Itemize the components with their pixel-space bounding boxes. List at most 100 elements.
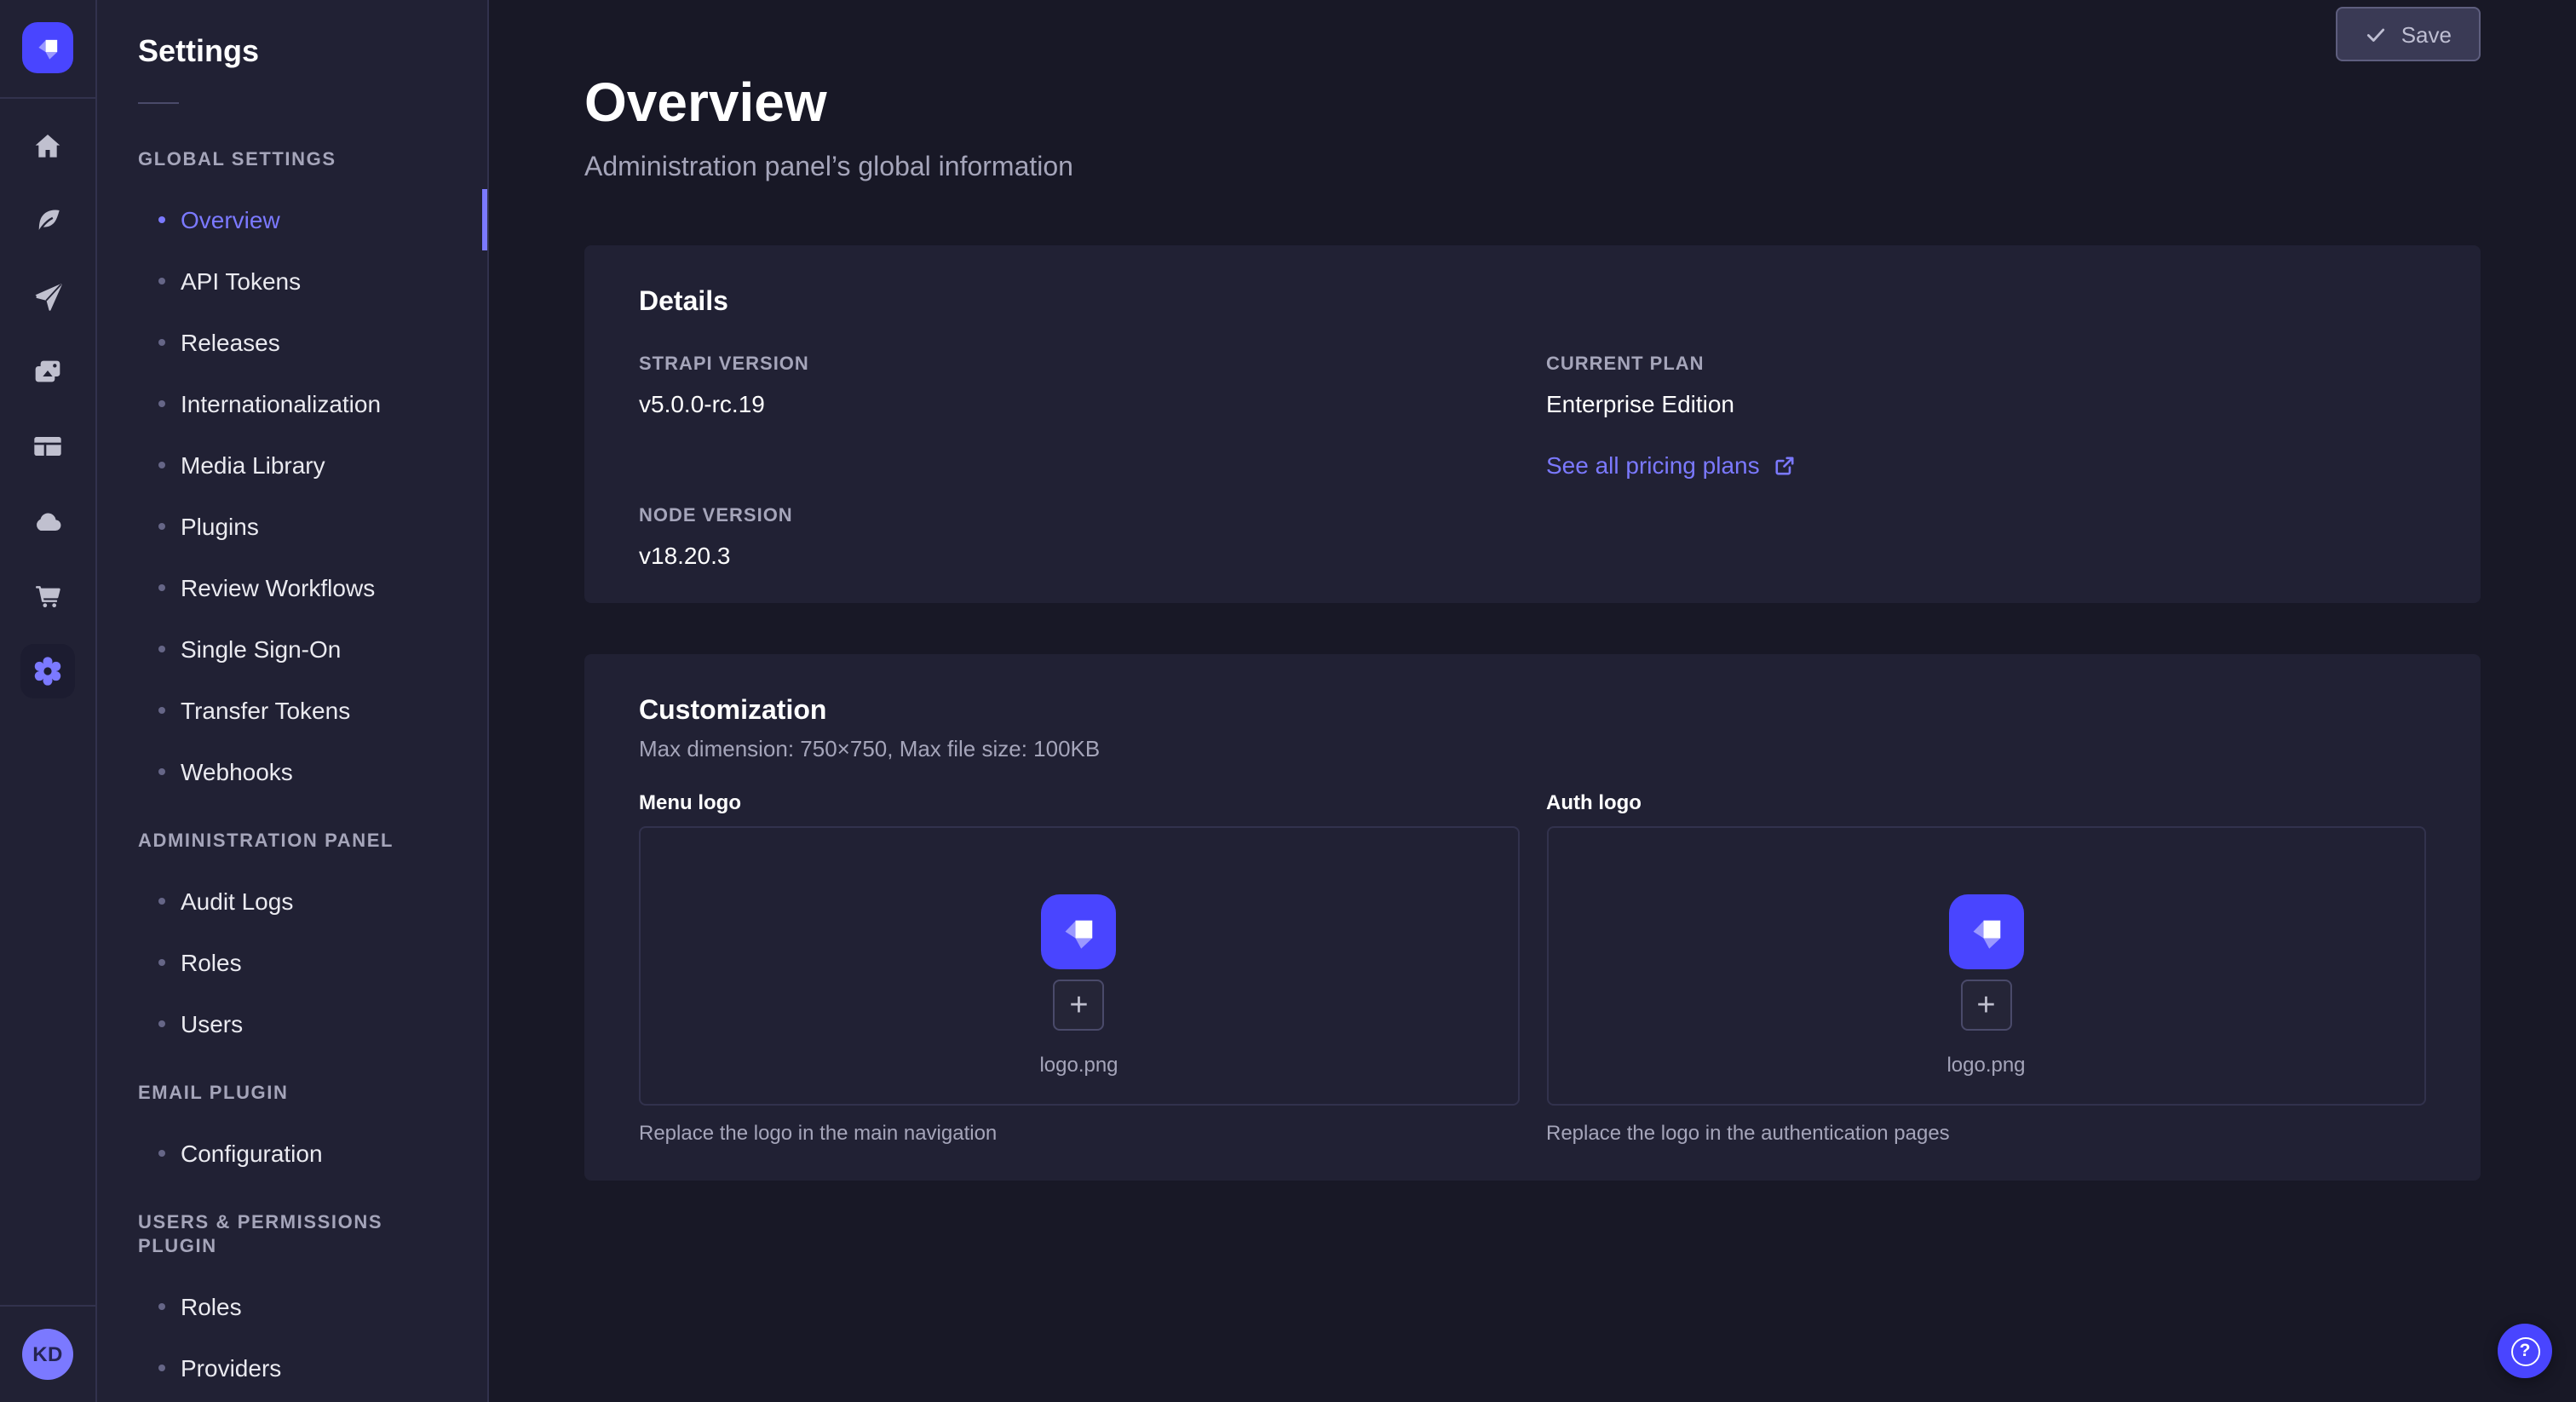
auth-logo-description: Replace the logo in the authentication p… <box>1546 1119 2426 1146</box>
menu-logo-field: Menu logo + logo.png <box>639 789 1519 1146</box>
gear-icon <box>29 652 66 690</box>
sidebar-content-builder-button[interactable] <box>20 194 75 249</box>
cart-icon <box>31 579 65 613</box>
sidebar-item-admin-roles[interactable]: Roles <box>97 932 487 993</box>
sidebar-item-providers[interactable]: Providers <box>97 1337 487 1399</box>
section-header: EMAIL PLUGIN <box>97 1082 487 1106</box>
bullet-dot-icon <box>158 707 165 714</box>
active-indicator <box>482 189 487 250</box>
help-button[interactable]: ? <box>2498 1324 2552 1378</box>
sidebar-item-label: Internationalization <box>181 390 381 417</box>
feather-icon <box>31 204 65 238</box>
main-content: Overview Administration panel’s global i… <box>489 0 2576 1402</box>
details-card-title: Details <box>639 286 2426 320</box>
sidebar-home-button[interactable] <box>20 119 75 174</box>
nav-section-users-permissions-plugin: USERS & PERMISSIONS PLUGIN Roles Provide… <box>97 1211 487 1399</box>
section-header: ADMINISTRATION PANEL <box>97 830 487 853</box>
bullet-dot-icon <box>158 959 165 966</box>
rail-divider <box>0 97 95 99</box>
sidebar-settings-button[interactable] <box>20 644 75 698</box>
sidebar-item-media-library[interactable]: Media Library <box>97 434 487 496</box>
settings-sidebar: Settings GLOBAL SETTINGS Overview API To… <box>97 0 489 1402</box>
menu-logo-dropzone[interactable]: + logo.png <box>639 826 1519 1106</box>
nav-section-email-plugin: EMAIL PLUGIN Configuration <box>97 1082 487 1184</box>
sidebar-media-library-button[interactable] <box>20 344 75 399</box>
bullet-dot-icon <box>158 339 165 346</box>
page-subtitle: Administration panel’s global informatio… <box>584 150 2481 187</box>
sidebar-item-label: Users <box>181 1010 243 1037</box>
sidebar-cloud-button[interactable] <box>20 494 75 549</box>
pricing-plans-link[interactable]: See all pricing plans <box>1546 448 1796 482</box>
bullet-dot-icon <box>158 523 165 530</box>
sidebar-item-internationalization[interactable]: Internationalization <box>97 373 487 434</box>
page-header: Overview Administration panel’s global i… <box>584 0 2481 187</box>
sidebar-item-transfer-tokens[interactable]: Transfer Tokens <box>97 680 487 741</box>
sidebar-item-plugins[interactable]: Plugins <box>97 496 487 557</box>
sidebar-deploy-button[interactable] <box>20 269 75 324</box>
page-title: Overview <box>584 68 2481 136</box>
details-left-column: STRAPI VERSION v5.0.0-rc.19 NODE VERSION… <box>639 354 1519 572</box>
sidebar-item-webhooks[interactable]: Webhooks <box>97 741 487 802</box>
icon-rail: KD <box>0 0 97 1402</box>
section-header: USERS & PERMISSIONS PLUGIN <box>97 1211 487 1259</box>
strapi-version-field: STRAPI VERSION v5.0.0-rc.19 <box>639 354 1519 421</box>
sidebar-item-label: Audit Logs <box>181 888 293 915</box>
auth-logo-dropzone[interactable]: + logo.png <box>1546 826 2426 1106</box>
rail-divider <box>0 1305 95 1307</box>
sidebar-item-email-configuration[interactable]: Configuration <box>97 1123 487 1184</box>
sidebar-content-manager-button[interactable] <box>20 419 75 474</box>
sidebar-item-label: Configuration <box>181 1140 323 1167</box>
images-icon <box>31 354 65 388</box>
sidebar-item-releases[interactable]: Releases <box>97 312 487 373</box>
sidebar-item-single-sign-on[interactable]: Single Sign-On <box>97 618 487 680</box>
sidebar-marketplace-button[interactable] <box>20 569 75 623</box>
layout-icon <box>31 429 65 463</box>
section-header: GLOBAL SETTINGS <box>97 148 487 172</box>
bullet-dot-icon <box>158 768 165 775</box>
field-value: v5.0.0-rc.19 <box>639 387 1519 421</box>
strapi-logo-preview <box>1949 894 2024 969</box>
details-right-column: CURRENT PLAN Enterprise Edition See all … <box>1546 354 2426 572</box>
sidebar-item-label: Plugins <box>181 513 259 540</box>
sidebar-item-label: Review Workflows <box>181 574 375 601</box>
customization-card-title: Customization <box>639 695 2426 729</box>
bullet-dot-icon <box>158 584 165 591</box>
field-label: CURRENT PLAN <box>1546 354 2426 376</box>
current-plan-field: CURRENT PLAN Enterprise Edition <box>1546 354 2426 421</box>
sidebar-item-label: Single Sign-On <box>181 635 341 663</box>
sidebar-item-review-workflows[interactable]: Review Workflows <box>97 557 487 618</box>
sidebar-title-divider <box>138 102 179 104</box>
sidebar-item-audit-logs[interactable]: Audit Logs <box>97 871 487 932</box>
sidebar-item-label: Overview <box>181 206 280 233</box>
field-value: Enterprise Edition <box>1546 387 2426 421</box>
sidebar-item-overview[interactable]: Overview <box>97 189 487 250</box>
sidebar-item-up-roles[interactable]: Roles <box>97 1276 487 1337</box>
sidebar-item-api-tokens[interactable]: API Tokens <box>97 250 487 312</box>
sidebar-item-users[interactable]: Users <box>97 993 487 1054</box>
plus-icon: + <box>1976 989 1995 1021</box>
sidebar-item-label: Roles <box>181 1293 242 1320</box>
external-link-icon <box>1774 454 1796 476</box>
details-fields: STRAPI VERSION v5.0.0-rc.19 NODE VERSION… <box>639 354 2426 572</box>
strapi-logo[interactable] <box>22 22 73 73</box>
rail-nav <box>20 119 75 698</box>
nav-section-global-settings: GLOBAL SETTINGS Overview API Tokens Rele… <box>97 148 487 802</box>
add-logo-button[interactable]: + <box>1054 980 1105 1031</box>
customization-card: Customization Max dimension: 750×750, Ma… <box>584 654 2481 1181</box>
help-icon: ? <box>2510 1336 2539 1365</box>
logo-inputs-row: Menu logo + logo.png <box>639 789 2426 1146</box>
save-button[interactable]: Save <box>2337 7 2481 61</box>
field-value: v18.20.3 <box>639 538 1519 572</box>
add-logo-button[interactable]: + <box>1961 980 2012 1031</box>
bullet-dot-icon <box>158 898 165 905</box>
rail-bottom: KD <box>0 1305 95 1402</box>
sidebar-item-label: API Tokens <box>181 267 301 295</box>
strapi-logo-preview <box>1042 894 1117 969</box>
field-label: NODE VERSION <box>639 506 1519 528</box>
bullet-dot-icon <box>158 1303 165 1310</box>
sidebar-item-label: Releases <box>181 329 280 356</box>
check-icon <box>2366 23 2388 45</box>
bullet-dot-icon <box>158 400 165 407</box>
avatar[interactable]: KD <box>22 1329 73 1380</box>
paper-plane-icon <box>31 279 65 313</box>
